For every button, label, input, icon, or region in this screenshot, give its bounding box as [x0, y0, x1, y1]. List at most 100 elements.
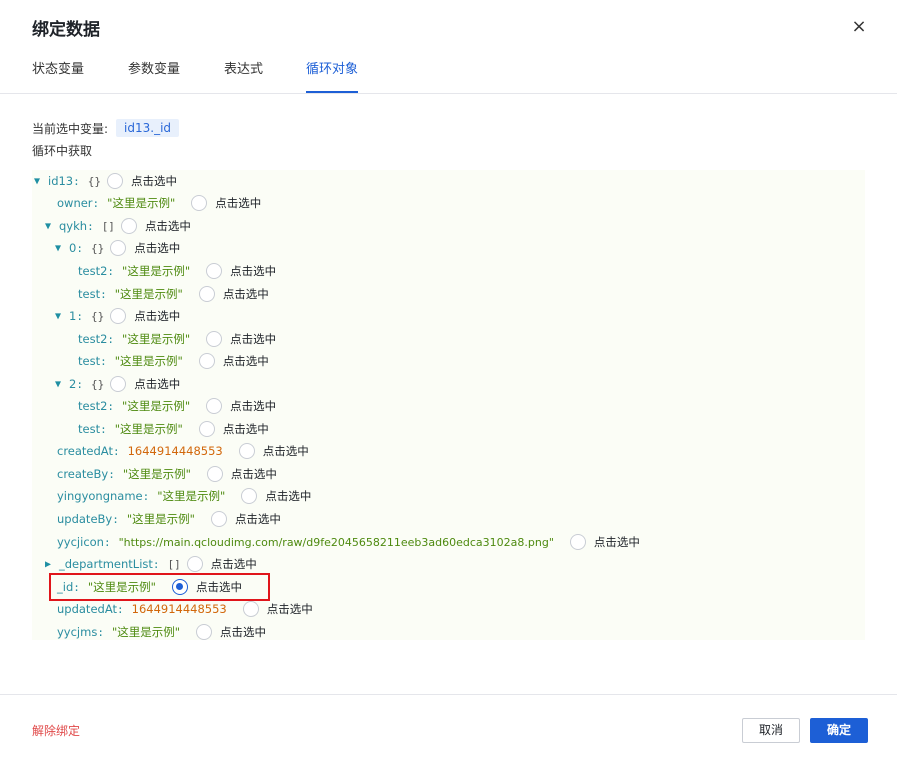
tree-value: "这里是示例"	[122, 264, 191, 278]
current-variable-tag: id13._id	[116, 119, 180, 137]
expand-arrow-icon[interactable]: ▼	[55, 379, 65, 390]
radio-label: 点击选中	[230, 332, 277, 346]
radio-button[interactable]	[198, 421, 215, 437]
tree-brace: []	[101, 219, 115, 233]
tree-key: 0	[69, 241, 77, 255]
expand-arrow-icon[interactable]: ▶	[45, 559, 55, 570]
tab-expression[interactable]: 表达式	[224, 61, 263, 93]
expand-arrow-icon[interactable]: ▼	[45, 221, 55, 232]
radio-button[interactable]	[198, 286, 215, 302]
radio-label: 点击选中	[131, 174, 178, 188]
tree-row-item-0-test2: test2: "这里是示例" 点击选中	[78, 263, 277, 279]
tree-value: "这里是示例"	[122, 332, 191, 346]
tree-row-updateBy: updateBy: "这里是示例" 点击选中	[57, 511, 281, 527]
radio-button[interactable]	[110, 308, 127, 324]
radio-button[interactable]	[107, 173, 124, 189]
tree-key: 2	[69, 377, 77, 391]
radio-button[interactable]	[110, 240, 127, 256]
section-label: 循环中获取	[32, 144, 93, 158]
radio-button[interactable]	[196, 624, 213, 640]
radio-button[interactable]	[198, 353, 215, 369]
radio-label: 点击选中	[134, 377, 181, 391]
radio-button[interactable]	[191, 195, 208, 211]
radio-label: 点击选中	[222, 354, 269, 368]
radio-button[interactable]	[206, 466, 223, 482]
radio-button[interactable]	[206, 263, 223, 279]
tree-row-id: _id: "这里是示例" 点击选中	[57, 579, 242, 595]
expand-arrow-icon[interactable]: ▼	[55, 311, 65, 322]
tab-state-variables[interactable]: 状态变量	[32, 61, 84, 93]
radio-label: 点击选中	[134, 241, 181, 255]
tree-row-yycjms: yycjms: "这里是示例" 点击选中	[57, 624, 267, 640]
current-variable-row: 当前选中变量: id13._id	[32, 118, 180, 138]
tree-key: owner	[57, 196, 93, 210]
radio-label: 点击选中	[215, 196, 262, 210]
expand-arrow-icon[interactable]: ▼	[34, 176, 44, 187]
tree-value: "这里是示例"	[157, 489, 226, 503]
tree-row-item-2-test2: test2: "这里是示例" 点击选中	[78, 398, 277, 414]
tree-brace: {}	[87, 174, 102, 188]
dialog-header: 绑定数据 ×	[0, 0, 897, 56]
close-icon[interactable]: ×	[849, 16, 869, 38]
radio-label: 点击选中	[230, 399, 277, 413]
tree-row-departmentList: ▶ _departmentList: [] 点击选中	[45, 556, 257, 572]
radio-button[interactable]	[206, 398, 223, 414]
tree-key: updatedAt	[57, 602, 117, 616]
tree-value: "这里是示例"	[111, 625, 181, 639]
tree-key: 1	[69, 309, 77, 323]
tree-row-item-0: ▼ 0: {} 点击选中	[55, 240, 181, 256]
tree-row-item-2: ▼ 2: {} 点击选中	[55, 376, 181, 392]
tree-key: createBy	[57, 467, 109, 481]
tab-param-variables[interactable]: 参数变量	[128, 61, 180, 93]
radio-button[interactable]	[120, 218, 137, 234]
tree-key: _departmentList	[59, 557, 153, 571]
tree-key: createdAt	[57, 444, 113, 458]
radio-label: 点击选中	[222, 422, 269, 436]
footer-divider	[0, 694, 897, 695]
tree-key: test	[78, 422, 101, 436]
tree-value: "这里是示例"	[114, 287, 183, 301]
unbind-link[interactable]: 解除绑定	[32, 722, 80, 739]
tree-row-item-1-test: test: "这里是示例" 点击选中	[78, 353, 269, 369]
cancel-button[interactable]: 取消	[742, 718, 800, 743]
radio-button[interactable]	[242, 601, 259, 617]
dialog-title: 绑定数据	[32, 20, 100, 40]
radio-button[interactable]	[241, 488, 258, 504]
tree-key: test2	[78, 264, 108, 278]
expand-arrow-icon[interactable]: ▼	[55, 243, 65, 254]
radio-button[interactable]	[210, 511, 227, 527]
radio-button[interactable]	[569, 534, 586, 550]
tree-brace: {}	[90, 309, 105, 323]
tree-row-id13: ▼ id13: {} 点击选中	[34, 173, 178, 189]
radio-button[interactable]	[110, 376, 127, 392]
radio-label: 点击选中	[262, 444, 309, 458]
tree-key: _id	[57, 580, 74, 594]
tree-row-owner: owner: "这里是示例" 点击选中	[57, 195, 262, 211]
tree-key: test	[78, 287, 101, 301]
radio-label: 点击选中	[230, 467, 277, 481]
radio-button-selected[interactable]	[171, 579, 188, 595]
current-variable-label: 当前选中变量:	[32, 121, 109, 136]
radio-label: 点击选中	[222, 287, 269, 301]
radio-label: 点击选中	[210, 557, 257, 571]
radio-button[interactable]	[238, 443, 255, 459]
tree-value: "这里是示例"	[107, 196, 176, 210]
radio-button[interactable]	[186, 556, 203, 572]
tree-value: 1644914448553	[131, 602, 227, 616]
tree-row-createdAt: createdAt: 1644914448553 点击选中	[57, 443, 309, 459]
confirm-button[interactable]: 确定	[810, 718, 868, 743]
tab-loop-object[interactable]: 循环对象	[306, 61, 359, 93]
tree-row-item-1: ▼ 1: {} 点击选中	[55, 308, 181, 324]
tree-key: test	[78, 354, 101, 368]
tree-key: yycjicon	[57, 535, 104, 549]
radio-button[interactable]	[206, 331, 223, 347]
tree-value: "这里是示例"	[87, 580, 156, 594]
tree-value: "这里是示例"	[122, 467, 191, 481]
tree-row-item-1-test2: test2: "这里是示例" 点击选中	[78, 331, 277, 347]
tab-bar: 状态变量 参数变量 表达式 循环对象	[0, 56, 897, 94]
tree-key: qykh	[59, 219, 88, 233]
radio-label: 点击选中	[134, 309, 181, 323]
radio-label: 点击选中	[593, 535, 640, 549]
radio-label: 点击选中	[266, 602, 313, 616]
tree-value: "这里是示例"	[126, 512, 195, 526]
